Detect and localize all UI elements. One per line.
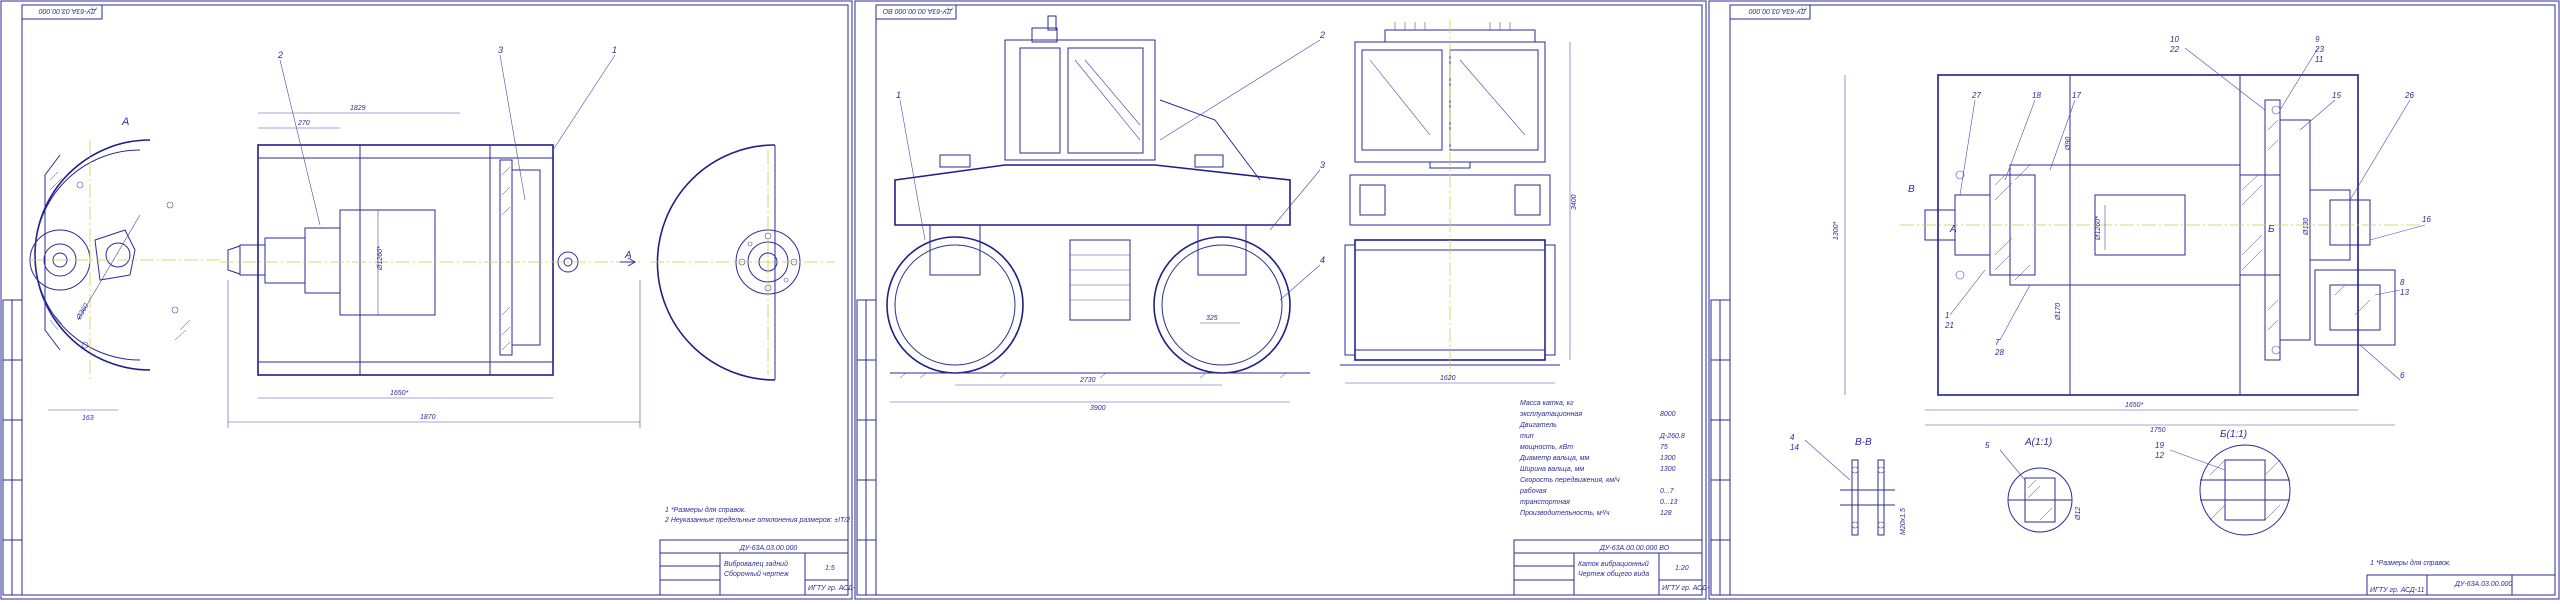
spec-value-8: 0...7 [1660,488,1675,495]
dim-163: 163 [82,415,94,422]
sheet-2-title-code: ДУ-63А.00.00.000 ВО [1599,545,1670,552]
sheet-2-scale: 1:20 [1675,565,1689,572]
dim-1300: 1300* [1833,221,1840,240]
dim-270: 270 [297,120,310,127]
dim-3900: 3900 [1090,405,1106,412]
s3-callout-12: 12 [2155,451,2164,460]
sheet-3-corner-code: ДУ-63А.03.00.000 [1749,7,1807,14]
sheet-1-note-1: 1 *Размеры для справок. [665,506,746,514]
s3-callout-6: 6 [2400,371,2405,380]
sheet-1-scale: 1:5 [825,565,835,572]
spec-label-5: Диаметр вальца, мм [1519,455,1590,462]
sheet-2-callout-4: 4 [1320,255,1325,265]
callout-2: 2 [277,50,283,60]
sheet-2-title-name-1: Каток вибрационный [1578,560,1649,568]
spec-label-4: мощность, кВт [1520,444,1573,451]
sheet-1-note-2: 2 Неуказанные предельные отклонения разм… [664,516,850,524]
spec-label-9: транспортная [1520,499,1570,506]
s3-callout-13: 13 [2400,288,2409,297]
dim-1829: 1829 [350,105,366,112]
s3-callout-26: 26 [2404,91,2414,100]
sheet-1-title-code: ДУ-63А.03.00.000 [739,545,797,552]
s3-callout-21: 21 [1944,321,1954,330]
sheet-1: ДУ-63А.03.00.000 А Ø360 163 1829 270 Ø12… [0,0,862,600]
spec-value-9: 0...13 [1660,499,1678,506]
spec-value-6: 1300 [1660,466,1676,473]
s3-callout-5: 5 [1985,441,1990,450]
s3-callout-11: 11 [2315,55,2323,64]
dim-1650-s3: 1650* [2125,402,2144,409]
dim-170: Ø170 [2055,303,2062,321]
s3-callout-4: 4 [1790,433,1795,442]
sheet-3-frame [1708,0,2560,600]
sheet-1-title-name-2: Сборочный чертеж [724,570,790,578]
spec-label-0: Масса катка, кг [1520,400,1574,407]
sheet-2-callout-2: 2 [1319,30,1325,40]
dim-2730: 2730 [1079,377,1096,384]
spec-label-2: Двигатель [1519,422,1557,429]
dim-1650: 1650* [390,390,409,397]
sheet-2-corner-code: ДУ-63А.00.00.000 ВО [882,7,953,14]
s3-callout-15: 15 [2332,91,2341,100]
sheet-1-corner-code: ДУ-63А.03.00.000 [39,7,97,14]
marker-v: Б [2268,224,2275,235]
dim-130: Ø130 [2303,218,2310,236]
spec-value-1: 8000 [1660,411,1676,418]
detail-a-label: А(1:1) [2024,437,2052,448]
spec-value-10: 128 [1660,510,1672,517]
sheet-1-group: ИГТУ гр. АСД-11 [808,585,862,592]
sheet-3-note: 1 *Размеры для справок. [2370,559,2451,567]
dim-1750: 1750 [2150,427,2166,434]
spec-value-5: 1300 [1660,455,1676,462]
sheet-2-callout-3: 3 [1320,160,1325,170]
section-v-v-label: В-В [1855,437,1872,448]
s3-callout-16: 16 [2422,215,2431,224]
sheet-3-title-code: ДУ-63А.03.00.000 [2454,581,2512,588]
s3-callout-8: 8 [2400,278,2405,287]
s3-callout-27: 27 [1971,91,1981,100]
s3-callout-1: 1 [1945,311,1949,320]
dim-325: 325 [1206,315,1218,322]
spec-label-3: тип [1520,433,1534,440]
callout-1: 1 [612,45,617,55]
sheet-2: ДУ-63А.00.00.000 ВО 2730 3900 325 1 2 3 … [854,0,1716,600]
sheet-3-group: ИГТУ гр. АСД-11 [2370,587,2424,594]
spec-label-10: Производительность, м³/ч [1520,509,1610,517]
dim-m20: M20x1.5 [1900,508,1907,535]
spec-label-7: Скорость передвижения, км/ч [1520,476,1620,484]
marker-a: А [1949,224,1957,235]
s3-callout-7: 7 [1995,338,2000,347]
drawing-canvas: ДУ-63А.03.00.000 А Ø360 163 1829 270 Ø12… [0,0,2560,600]
spec-value-3: Д-260.8 [1659,433,1685,440]
s3-callout-19: 19 [2155,441,2164,450]
sheet-3: ДУ-63А.03.00.000 1300* 1650* 1750 Ø1260*… [1708,0,2560,600]
dim-1620: 1620 [1440,375,1456,382]
dim-1870: 1870 [420,414,436,421]
dim-1260: Ø1260* [377,246,384,271]
callout-3: 3 [498,45,503,55]
view-a-label: А [121,116,129,128]
sheet-2-title-name-2: Чертеж общего вида [1578,570,1649,578]
sheet-2-callout-1: 1 [896,90,901,100]
s3-callout-14: 14 [1790,443,1799,452]
dim-90: Ø90 [2065,137,2072,151]
spec-label-8: рабочая [1519,487,1547,495]
dim-12: Ø12 [2075,507,2082,521]
s3-callout-18: 18 [2032,91,2041,100]
spec-value-4: 75 [1660,444,1668,451]
s3-callout-22: 22 [2169,45,2179,54]
s3-callout-28: 28 [1994,348,2004,357]
spec-label-1: эксплуатационная [1520,411,1582,418]
sheet-2-group: ИГТУ гр. АСД-11 [1662,585,1716,592]
sheet-1-title-name-1: Вибровалец задний [724,560,788,568]
s3-callout-17: 17 [2072,91,2081,100]
s3-callout-9: 9 [2315,35,2320,44]
dim-3400: 3400 [1571,194,1578,210]
marker-b: В [1908,184,1915,195]
detail-b-label: Б(1:1) [2220,429,2247,440]
s3-callout-10: 10 [2170,35,2179,44]
spec-label-6: Ширина вальца, мм [1520,466,1584,473]
s3-callout-23: 23 [2314,45,2324,54]
dim-1260-s3: Ø1260* [2095,216,2102,241]
